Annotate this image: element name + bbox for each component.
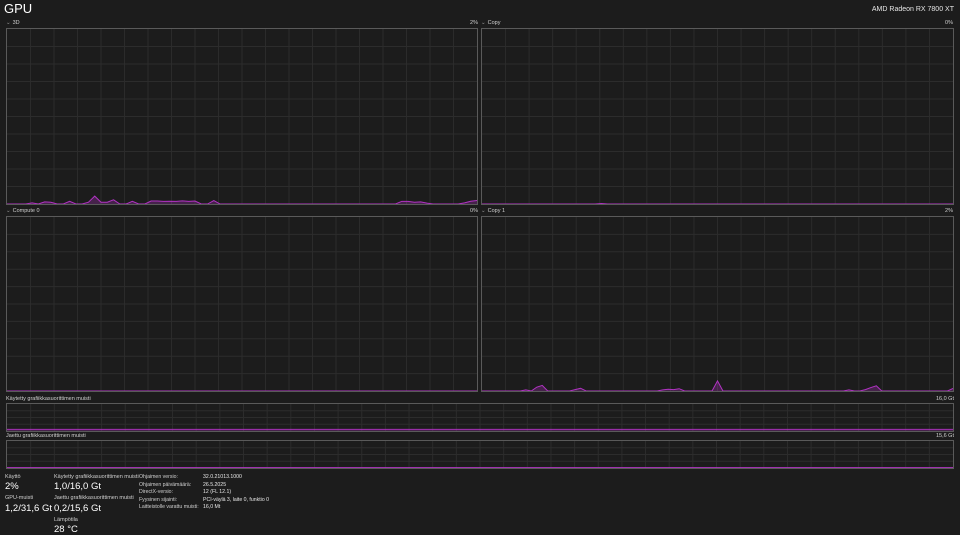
engine-percent: 0% xyxy=(945,20,953,26)
engine-label: Copy 1 xyxy=(487,208,506,214)
driver-date-key: Ohjaimen päivämäärä: xyxy=(139,481,192,488)
dedicated-memory-value: 1,0/16,0 Gt xyxy=(54,481,102,492)
engine-label: Copy xyxy=(487,20,501,26)
memory-graph-svg xyxy=(7,404,953,431)
temperature-label: Lämpötila xyxy=(54,517,78,523)
dedicated-memory-label: Käytetty grafiikkasuorittimen muisti xyxy=(54,474,139,480)
engine-selector-compute-0[interactable]: ⌄ Compute 0 xyxy=(6,208,40,214)
page-title: GPU xyxy=(4,1,33,16)
engine-graph-3d xyxy=(6,28,478,205)
engine-graph-svg xyxy=(482,29,953,204)
engine-percent: 2% xyxy=(470,20,478,26)
engine-graph-svg xyxy=(7,29,477,204)
temperature-value: 28 °C xyxy=(54,524,78,535)
dedicated-memory-graph-label: Käytetty grafiikkasuorittimen muisti xyxy=(6,396,91,402)
shared-memory-graph-label: Jaettu grafiikkasuorittimen muisti xyxy=(6,433,86,439)
engine-selector-copy-1[interactable]: ⌄ Copy 1 xyxy=(481,208,505,214)
utilization-label: Käyttö xyxy=(5,474,21,480)
engine-percent: 2% xyxy=(945,208,953,214)
driver-date-value: 26.5.2025 xyxy=(203,481,227,488)
physical-location-key: Fyysinen sijainti: xyxy=(139,496,178,503)
dedicated-memory-graph xyxy=(6,403,954,432)
driver-version-key: Ohjaimen versio: xyxy=(139,474,178,480)
engine-graph-copy xyxy=(481,28,954,205)
gpu-name: AMD Radeon RX 7800 XT xyxy=(871,6,954,13)
gpu-memory-label: GPU-muisti xyxy=(5,495,34,501)
chevron-down-icon: ⌄ xyxy=(6,20,11,26)
directx-version-key: DirectX-versio: xyxy=(139,489,174,495)
hardware-reserved-memory-key: Laitteistolle varattu muisti: xyxy=(139,504,199,510)
engine-selector-3d[interactable]: ⌄ 3D xyxy=(6,20,20,26)
engine-graph-compute-0 xyxy=(6,216,478,392)
dedicated-memory-graph-max: 16,0 Gt xyxy=(935,396,954,402)
directx-version-value: 12 (FL 12.1) xyxy=(203,489,232,495)
hardware-reserved-memory-value: 16,0 Mt xyxy=(203,504,221,510)
shared-memory-label: Jaettu grafiikkasuorittimen muisti xyxy=(54,495,134,501)
engine-label: 3D xyxy=(12,20,20,26)
chevron-down-icon: ⌄ xyxy=(6,208,11,214)
driver-version-value: 32.0.21013.1000 xyxy=(203,474,242,480)
engine-graph-copy-1 xyxy=(481,216,954,392)
engine-graph-svg xyxy=(7,217,477,391)
engine-graph-svg xyxy=(482,217,953,391)
chevron-down-icon: ⌄ xyxy=(481,208,486,214)
shared-memory-graph-max: 15,6 Gt xyxy=(935,433,954,439)
engine-label: Compute 0 xyxy=(12,208,40,214)
chevron-down-icon: ⌄ xyxy=(481,20,486,26)
memory-graph-svg xyxy=(7,441,953,468)
shared-memory-value: 0,2/15,6 Gt xyxy=(54,503,102,514)
utilization-value: 2% xyxy=(5,481,19,492)
shared-memory-graph xyxy=(6,440,954,469)
gpu-memory-value: 1,2/31,6 Gt xyxy=(5,503,53,514)
engine-percent: 0% xyxy=(470,208,478,214)
physical-location-value: PCI-väylä 3, laite 0, funktio 0 xyxy=(203,496,270,503)
engine-selector-copy[interactable]: ⌄ Copy xyxy=(481,20,500,26)
